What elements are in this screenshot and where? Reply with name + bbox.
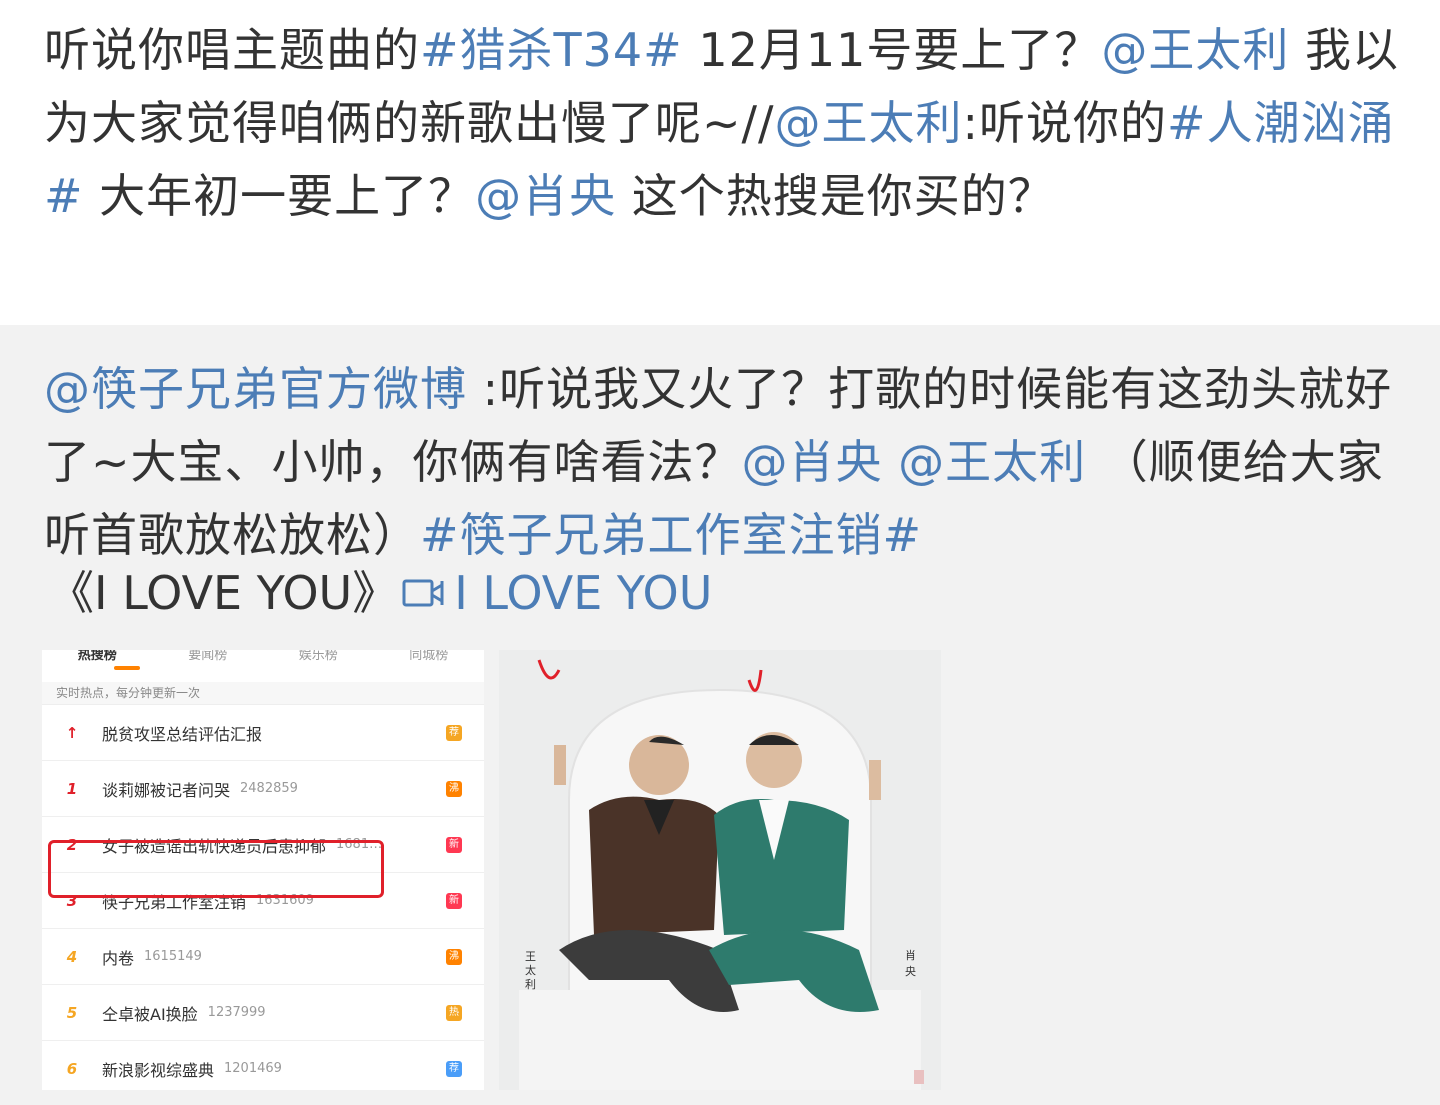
hot-search-tabs: 热搜榜 要闻榜 娱乐榜 同城榜 — [42, 650, 484, 682]
post-text-segment: 这个热搜是你买的？ — [616, 169, 1055, 223]
post-text-segment: :听说你的 — [962, 96, 1168, 150]
repost-link[interactable]: @筷子兄弟官方微博 — [44, 362, 467, 416]
hot-search-subheader: 实时热点，每分钟更新一次 — [42, 682, 484, 705]
tab-news: 要闻榜 — [188, 650, 228, 663]
hot-search-screenshot[interactable]: 热搜榜 要闻榜 娱乐榜 同城榜 实时热点，每分钟更新一次 ↑ 脱贫攻坚总结评估汇报… — [42, 650, 484, 1090]
tab-entertainment: 娱乐榜 — [298, 650, 338, 663]
rank-number: 5 — [66, 1003, 78, 1022]
post-text-segment: 听说你唱主题曲的 — [44, 23, 420, 77]
post-text: 听说你唱主题曲的#猎杀T34# 12月11号要上了？@王太利 我以为大家觉得咱俩… — [44, 14, 1414, 233]
post-link[interactable]: @王太利 — [1101, 23, 1289, 77]
rank-number: ↑ — [65, 723, 79, 742]
highlight-box — [48, 840, 384, 898]
hot-search-badge: 热 — [446, 1005, 462, 1021]
post-text-segment: 大年初一要上了？ — [83, 169, 476, 223]
hot-search-title: 谈莉娜被记者问哭 — [102, 780, 231, 800]
hot-search-badge: 新 — [446, 837, 462, 853]
promo-photo[interactable]: 王太利 肖央 — [499, 650, 941, 1090]
tab-local: 同城榜 — [409, 650, 449, 663]
hot-search-badge: 荐 — [446, 1061, 462, 1077]
repost-link[interactable]: @肖央 — [742, 435, 883, 489]
hot-search-count: 1615149 — [144, 949, 202, 964]
hot-search-count: 1237999 — [207, 1005, 266, 1020]
promo-photo-illustration — [499, 650, 941, 1090]
hot-search-title: 脱贫攻坚总结评估汇报 — [102, 724, 263, 744]
song-line: 《I LOVE YOU》 I LOVE YOU — [48, 563, 712, 623]
rank-number: 1 — [66, 779, 78, 798]
rank-number: 6 — [66, 1059, 78, 1078]
repost-card[interactable]: @筷子兄弟官方微博 :听说我又火了？打歌的时候能有这劲头就好了~大宝、小帅，你俩… — [0, 325, 1440, 1105]
hot-search-badge: 新 — [446, 893, 462, 909]
post-link[interactable]: @王太利 — [775, 96, 963, 150]
repost-link[interactable]: #筷子兄弟工作室注销# — [420, 508, 922, 562]
name-right: 肖央 — [905, 949, 916, 978]
tab-hot: 热搜榜 — [77, 650, 117, 663]
post-text-segment: 12月11号要上了？ — [682, 23, 1102, 77]
song-title: 《I LOVE YOU》 — [48, 566, 399, 620]
repost-text-segment — [883, 435, 899, 489]
video-link[interactable]: I LOVE YOU — [402, 563, 712, 623]
name-left: 王太利 — [525, 950, 536, 991]
hot-search-count: 2482859 — [240, 781, 298, 796]
tab-underline — [114, 666, 140, 670]
hot-search-row[interactable]: ↑ 脱贫攻坚总结评估汇报 荐 — [42, 705, 484, 761]
video-link-label: I LOVE YOU — [454, 566, 713, 620]
post-link[interactable]: #猎杀T34# — [420, 23, 683, 77]
rank-number: 4 — [66, 947, 78, 966]
hot-search-count: 1201469 — [224, 1061, 282, 1076]
hot-search-badge: 沸 — [446, 781, 462, 797]
hot-search-badge: 荐 — [446, 725, 462, 741]
hot-search-row[interactable]: 6 新浪影视综盛典 1201469 荐 — [42, 1041, 484, 1090]
hot-search-row[interactable]: 1 谈莉娜被记者问哭 2482859 沸 — [42, 761, 484, 817]
hot-search-title: 新浪影视综盛典 — [102, 1060, 215, 1080]
post-link[interactable]: @肖央 — [475, 169, 616, 223]
hot-search-title: 仝卓被AI换脸 — [102, 1004, 198, 1024]
hot-search-badge: 沸 — [446, 949, 462, 965]
hot-search-title: 内卷 — [102, 948, 135, 968]
post-body: 听说你唱主题曲的#猎杀T34# 12月11号要上了？@王太利 我以为大家觉得咱俩… — [0, 0, 1440, 325]
hot-search-row[interactable]: 4 内卷 1615149 沸 — [42, 929, 484, 985]
video-camera-icon — [402, 579, 444, 607]
repost-text: @筷子兄弟官方微博 :听说我又火了？打歌的时候能有这劲头就好了~大宝、小帅，你俩… — [44, 353, 1414, 572]
repost-link[interactable]: @王太利 — [898, 435, 1086, 489]
hot-search-row[interactable]: 5 仝卓被AI换脸 1237999 热 — [42, 985, 484, 1041]
